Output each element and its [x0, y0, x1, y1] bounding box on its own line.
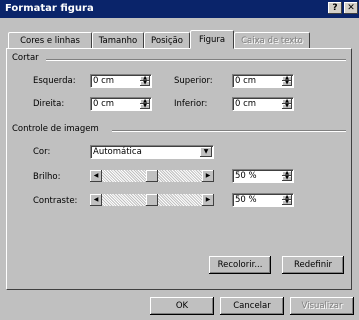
crop-section-label: Cortar [12, 53, 39, 63]
crop-right-value: 0 cm [93, 99, 115, 109]
help-button[interactable]: ? [328, 2, 342, 14]
brightness-spinner[interactable]: ▲ ▼ [282, 171, 292, 181]
spin-down-icon[interactable]: ▼ [282, 81, 292, 86]
brightness-field[interactable]: 50 % ▲ ▼ [232, 169, 294, 183]
arrow-right-icon[interactable]: ▶ [202, 194, 214, 206]
color-label: Cor: [33, 147, 51, 157]
crop-left-label: Esquerda: [33, 76, 76, 86]
arrow-left-icon[interactable]: ◀ [90, 194, 102, 206]
crop-top-spinner[interactable]: ▲ ▼ [282, 76, 292, 86]
tab-tamanho[interactable]: Tamanho [92, 32, 144, 48]
arrow-left-icon[interactable]: ◀ [90, 170, 102, 182]
spin-down-icon[interactable]: ▼ [282, 176, 292, 181]
tab-figura[interactable]: Figura [190, 30, 234, 49]
cancel-button[interactable]: Cancelar [220, 297, 284, 315]
crop-top-label: Superior: [174, 76, 213, 86]
crop-right-label: Direita: [33, 99, 65, 109]
close-button[interactable]: ✕ [344, 2, 358, 14]
spin-down-icon[interactable]: ▼ [282, 104, 292, 109]
spin-down-icon[interactable]: ▼ [140, 104, 150, 109]
contrast-value: 50 % [235, 195, 257, 205]
crop-top-field[interactable]: 0 cm ▲ ▼ [232, 74, 294, 88]
brightness-value: 50 % [235, 171, 257, 181]
color-select[interactable]: Automática ▼ [90, 145, 214, 159]
spin-down-icon[interactable]: ▼ [282, 200, 292, 205]
reset-button[interactable]: Redefinir [282, 256, 344, 274]
preview-button: Visualizar [290, 297, 354, 315]
title-bar: Formatar figura ? ✕ [0, 0, 359, 18]
crop-divider [46, 59, 346, 61]
contrast-slider[interactable]: ◀ ▶ [90, 194, 214, 206]
contrast-spinner[interactable]: ▲ ▼ [282, 195, 292, 205]
color-select-value: Automática [93, 147, 142, 157]
contrast-field[interactable]: 50 % ▲ ▼ [232, 193, 294, 207]
crop-bottom-value: 0 cm [235, 99, 257, 109]
crop-right-spinner[interactable]: ▲ ▼ [140, 99, 150, 109]
crop-left-spinner[interactable]: ▲ ▼ [140, 76, 150, 86]
dialog-title: Formatar figura [5, 3, 94, 14]
tab-posicao[interactable]: Posição [144, 32, 190, 48]
image-control-divider [112, 130, 346, 132]
chevron-down-icon[interactable]: ▼ [200, 147, 212, 157]
contrast-slider-thumb[interactable] [146, 194, 158, 206]
crop-bottom-label: Inferior: [174, 99, 208, 109]
spin-down-icon[interactable]: ▼ [140, 81, 150, 86]
tab-cores-e-linhas[interactable]: Cores e linhas [8, 32, 92, 48]
brightness-label: Brilho: [33, 172, 61, 182]
ok-button[interactable]: OK [150, 297, 214, 315]
image-control-section-label: Controle de imagem [12, 124, 99, 134]
brightness-slider-thumb[interactable] [146, 170, 158, 182]
contrast-label: Contraste: [33, 196, 78, 206]
brightness-slider[interactable]: ◀ ▶ [90, 170, 214, 182]
crop-right-field[interactable]: 0 cm ▲ ▼ [90, 97, 152, 111]
crop-top-value: 0 cm [235, 76, 257, 86]
crop-left-field[interactable]: 0 cm ▲ ▼ [90, 74, 152, 88]
arrow-right-icon[interactable]: ▶ [202, 170, 214, 182]
crop-bottom-field[interactable]: 0 cm ▲ ▼ [232, 97, 294, 111]
crop-left-value: 0 cm [93, 76, 115, 86]
crop-bottom-spinner[interactable]: ▲ ▼ [282, 99, 292, 109]
tab-caixa-de-texto: Caixa de texto [234, 32, 310, 48]
recolor-button[interactable]: Recolorir... [209, 256, 271, 274]
